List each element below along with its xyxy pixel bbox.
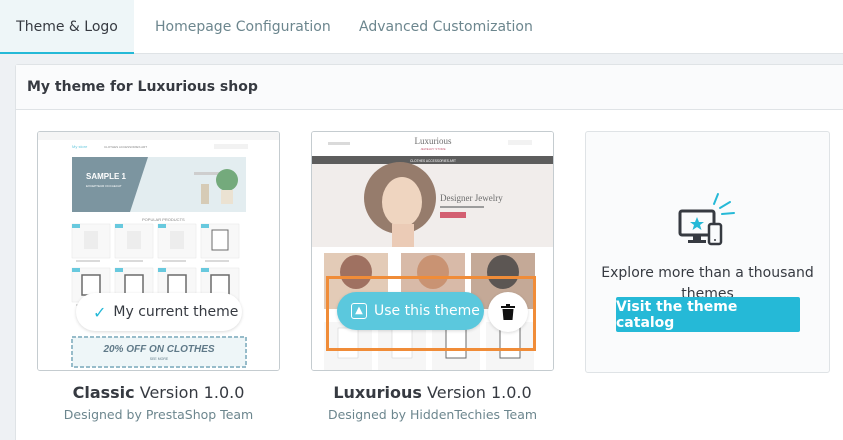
theme-card: My theme for Luxurious shop My store CLO… <box>15 64 843 440</box>
use-theme-label: Use this theme <box>374 303 480 319</box>
classic-theme-version: Version 1.0.0 <box>139 383 245 402</box>
classic-theme-title: Classic Version 1.0.0 <box>37 383 280 402</box>
visit-theme-catalog-button[interactable]: Visit the theme catalog <box>616 297 800 332</box>
trash-icon <box>501 304 515 320</box>
luxurious-theme-title: Luxurious Version 1.0.0 <box>311 383 554 402</box>
classic-theme-author: Designed by PrestaShop Team <box>63 407 254 422</box>
luxurious-theme-name: Luxurious <box>333 383 422 402</box>
classic-theme-preview[interactable]: My store CLOTHES ACCESSORIES ART SAMPLE … <box>37 131 280 371</box>
card-title: My theme for Luxurious shop <box>16 65 843 110</box>
classic-preview-overlay <box>38 132 279 370</box>
delete-theme-button[interactable] <box>488 292 528 332</box>
tab-advanced-customization[interactable]: Advanced Customization <box>359 0 533 54</box>
tab-bar: Theme & Logo Homepage Configuration Adva… <box>0 0 843 54</box>
classic-theme-name: Classic <box>72 383 135 402</box>
current-theme-label: My current theme <box>113 304 239 320</box>
upload-icon: ▲ <box>351 303 367 319</box>
theme-catalog-icon <box>678 193 735 246</box>
luxurious-theme-version: Version 1.0.0 <box>427 383 532 402</box>
current-theme-badge: ✓ My current theme <box>76 293 242 331</box>
use-theme-button[interactable]: ▲ Use this theme <box>337 292 484 330</box>
checkmark-icon: ✓ <box>93 302 107 322</box>
theme-catalog-panel: Explore more than a thousand themes Visi… <box>585 131 830 373</box>
luxurious-theme-author: Designed by HiddenTechies Team <box>327 407 538 422</box>
luxurious-theme-preview[interactable]: Luxurious JEWELRY STORE CLOTHES ACCESSOR… <box>311 131 554 371</box>
tab-homepage-configuration[interactable]: Homepage Configuration <box>155 0 331 54</box>
tab-theme-logo[interactable]: Theme & Logo <box>0 0 134 54</box>
